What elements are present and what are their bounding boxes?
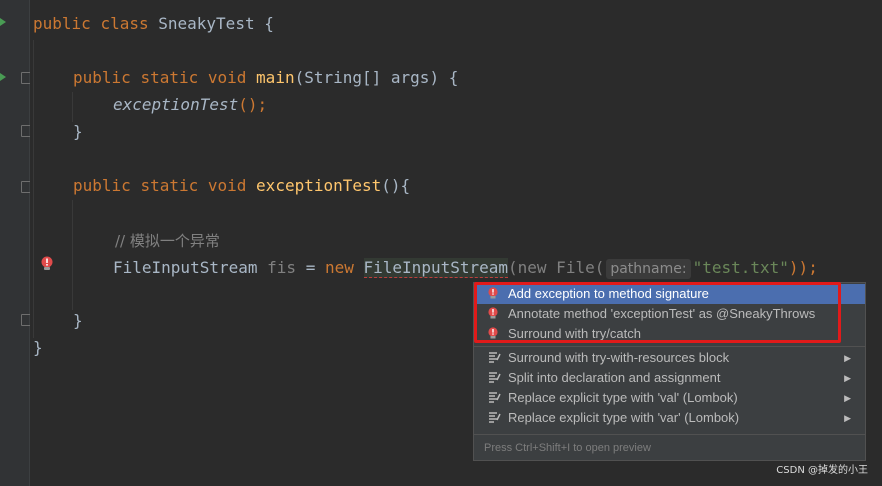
code-line-close-class: }	[33, 338, 43, 357]
popup-footer-hint: Press Ctrl+Shift+I to open preview	[484, 442, 651, 454]
action-label: Annotate method 'exceptionTest' as @Snea…	[508, 306, 816, 321]
intention-icon	[489, 392, 501, 403]
intention-icon	[489, 412, 501, 423]
action-surround-try-catch[interactable]: Surround with try/catch	[474, 324, 865, 344]
submenu-arrow-icon: ▶	[844, 353, 851, 363]
action-replace-val[interactable]: Replace explicit type with 'val' (Lombok…	[474, 388, 865, 408]
error-bulb-icon	[488, 307, 498, 319]
code-line-comment: // 模拟一个异常	[115, 232, 220, 250]
action-label: Add exception to method signature	[508, 286, 709, 301]
code-line-close-main: }	[73, 122, 83, 141]
code-line-close-method: }	[73, 311, 83, 330]
action-try-with-resources[interactable]: Surround with try-with-resources block ▶	[474, 348, 865, 368]
code-line-call: exceptionTest();	[113, 95, 268, 114]
editor-gutter	[0, 0, 31, 486]
intention-icon	[489, 372, 501, 383]
intention-icon	[489, 352, 501, 363]
code-line-class-decl: public class SneakyTest {	[33, 14, 274, 33]
error-constructor-call[interactable]: FileInputStream	[363, 258, 509, 278]
submenu-arrow-icon: ▶	[844, 393, 851, 403]
action-label: Surround with try/catch	[508, 326, 641, 341]
run-class-icon[interactable]	[0, 18, 6, 26]
code-line-method-decl: public static void exceptionTest(){	[73, 176, 411, 195]
error-bulb-icon	[488, 327, 498, 339]
action-replace-var[interactable]: Replace explicit type with 'var' (Lombok…	[474, 408, 865, 428]
action-label: Replace explicit type with 'val' (Lombok…	[508, 390, 738, 405]
action-label: Split into declaration and assignment	[508, 370, 721, 385]
action-add-exception[interactable]: Add exception to method signature	[474, 284, 865, 304]
action-split-declaration[interactable]: Split into declaration and assignment ▶	[474, 368, 865, 388]
run-main-icon[interactable]	[0, 73, 6, 81]
watermark: CSDN @掉发的小王	[776, 465, 868, 476]
code-line-error: FileInputStream fis = new FileInputStrea…	[113, 258, 818, 279]
action-label: Replace explicit type with 'var' (Lombok…	[508, 410, 740, 425]
submenu-arrow-icon: ▶	[844, 373, 851, 383]
popup-separator	[474, 346, 865, 347]
code-line-main-decl: public static void main(String[] args) {	[73, 68, 459, 87]
error-bulb-icon[interactable]	[40, 256, 54, 274]
intention-actions-popup: Add exception to method signature Annota…	[473, 282, 866, 461]
submenu-arrow-icon: ▶	[844, 413, 851, 423]
parameter-hint: pathname:	[606, 259, 691, 279]
action-label: Surround with try-with-resources block	[508, 350, 730, 365]
action-annotate-sneakythrows[interactable]: Annotate method 'exceptionTest' as @Snea…	[474, 304, 865, 324]
popup-separator	[474, 434, 865, 435]
error-bulb-icon	[488, 287, 498, 299]
